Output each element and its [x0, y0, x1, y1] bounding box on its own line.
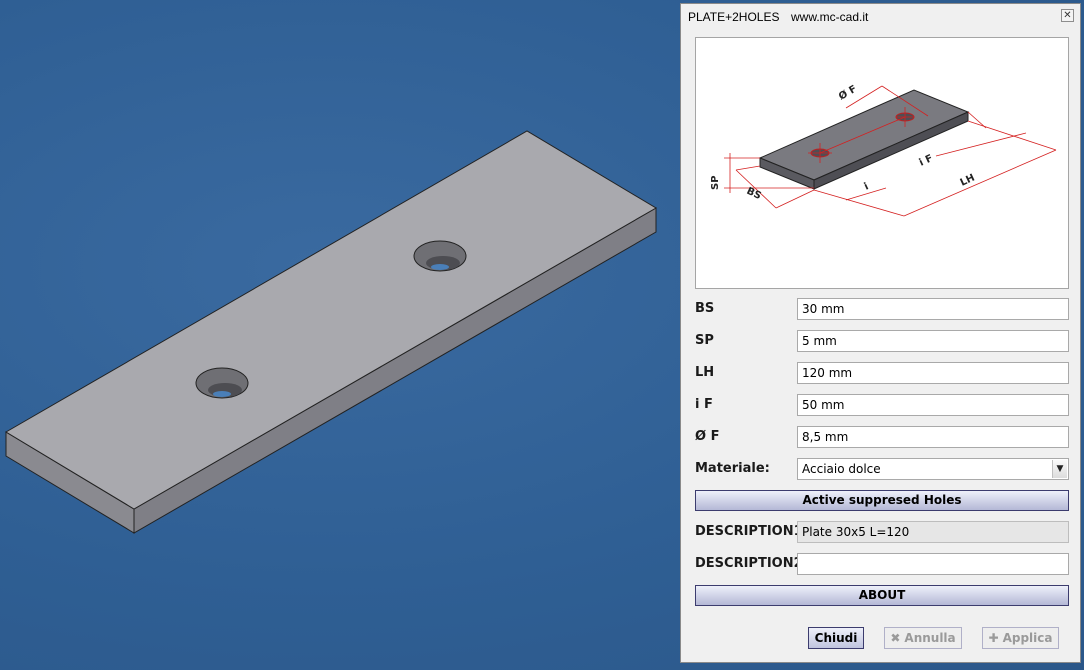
- field-label-of: Ø F: [695, 429, 720, 444]
- material-select[interactable]: Acciaio dolce ▼: [797, 458, 1069, 480]
- field-row-description1: DESCRIPTION1 Plate 30x5 L=120: [695, 521, 1069, 543]
- dimension-drawing: Ø F SP BS i i F LH: [710, 83, 1057, 217]
- field-row-lh: LH 120 mm: [695, 362, 1069, 384]
- field-label-bs: BS: [695, 301, 715, 316]
- field-row-material: Materiale: Acciaio dolce ▼: [695, 458, 1069, 480]
- field-label-if: i F: [695, 397, 713, 412]
- cancel-x-icon: ✖: [890, 631, 901, 645]
- preview-label-if1: i: [863, 181, 871, 192]
- apply-button[interactable]: ✚ Applica: [982, 627, 1059, 649]
- field-row-sp: SP 5 mm: [695, 330, 1069, 352]
- hole-2: [413, 240, 467, 272]
- description1-label: DESCRIPTION1: [695, 524, 803, 539]
- preview-label-bf: Ø F: [837, 83, 859, 103]
- cancel-button[interactable]: ✖ Annulla: [884, 627, 962, 649]
- field-row-bs: BS 30 mm: [695, 298, 1069, 320]
- field-row-description2: DESCRIPTION2: [695, 553, 1069, 575]
- material-value: Acciaio dolce: [802, 462, 881, 476]
- close-button[interactable]: Chiudi: [808, 627, 864, 649]
- apply-button-label: Applica: [1002, 631, 1053, 645]
- plate-model: [5, 130, 657, 534]
- plate-dialog: PLATE+2HOLES www.mc-cad.it ✕ Ø F SP BS i…: [680, 3, 1081, 663]
- description2-label: DESCRIPTION2: [695, 556, 803, 571]
- preview-label-lh: LH: [959, 173, 977, 189]
- lh-input[interactable]: 120 mm: [797, 362, 1069, 384]
- plus-icon: ✚: [988, 631, 999, 645]
- preview-label-if2: i F: [918, 153, 935, 169]
- close-button-label: Chiudi: [814, 631, 858, 645]
- chevron-down-icon[interactable]: ▼: [1052, 460, 1067, 478]
- cancel-button-label: Annulla: [904, 631, 956, 645]
- field-row-if: i F 50 mm: [695, 394, 1069, 416]
- field-label-lh: LH: [695, 365, 715, 380]
- about-button[interactable]: ABOUT: [695, 585, 1069, 606]
- bs-input[interactable]: 30 mm: [797, 298, 1069, 320]
- if-input[interactable]: 50 mm: [797, 394, 1069, 416]
- description1-field[interactable]: Plate 30x5 L=120: [797, 521, 1069, 543]
- preview-label-sp: SP: [710, 175, 721, 190]
- sp-input[interactable]: 5 mm: [797, 330, 1069, 352]
- dialog-title: PLATE+2HOLES: [688, 10, 780, 24]
- description2-field[interactable]: [797, 553, 1069, 575]
- field-label-sp: SP: [695, 333, 714, 348]
- title-bar: PLATE+2HOLES www.mc-cad.it ✕: [681, 4, 1080, 30]
- close-icon[interactable]: ✕: [1061, 9, 1074, 22]
- model-viewport[interactable]: [0, 0, 680, 670]
- diameter-input[interactable]: 8,5 mm: [797, 426, 1069, 448]
- plate-face-top: [5, 130, 657, 510]
- hole-1: [195, 367, 249, 399]
- field-row-of: Ø F 8,5 mm: [695, 426, 1069, 448]
- website-url: www.mc-cad.it: [791, 10, 869, 24]
- active-holes-button[interactable]: Active suppresed Holes: [695, 490, 1069, 511]
- preview-image: Ø F SP BS i i F LH: [695, 37, 1069, 289]
- material-label: Materiale:: [695, 461, 770, 476]
